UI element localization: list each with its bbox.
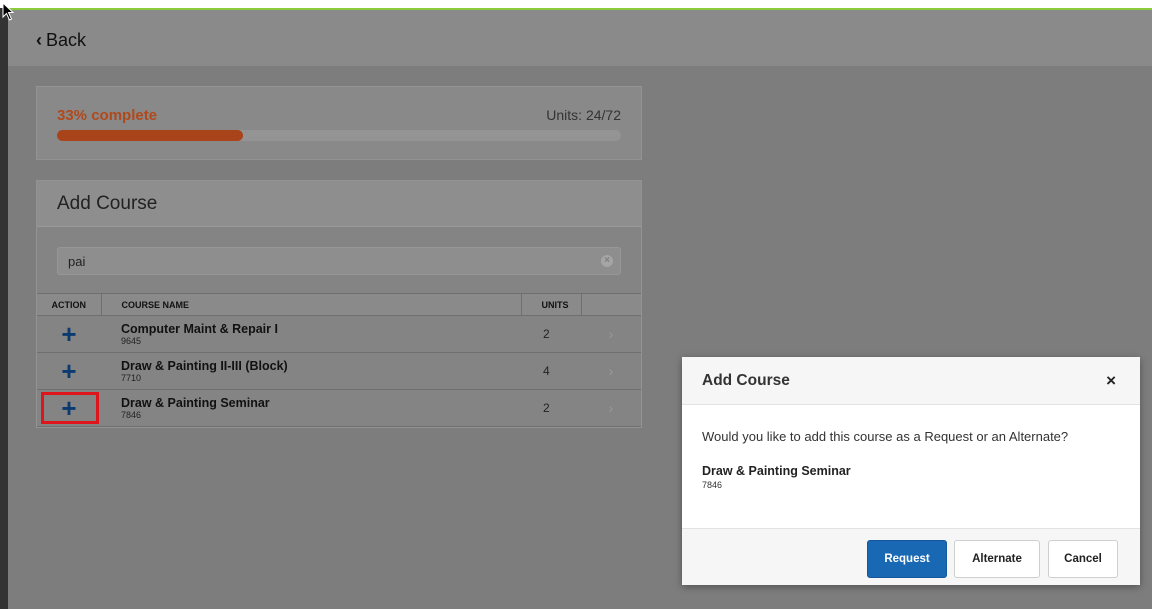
chevron-left-icon: ‹ bbox=[36, 30, 42, 50]
close-icon[interactable]: × bbox=[1106, 371, 1116, 391]
course-name: Computer Maint & Repair I bbox=[121, 322, 278, 336]
clear-search-icon[interactable]: × bbox=[601, 255, 613, 267]
back-label: Back bbox=[46, 30, 87, 50]
cancel-button[interactable]: Cancel bbox=[1048, 540, 1118, 578]
dialog-footer: Request Alternate Cancel bbox=[682, 528, 1140, 585]
table-row[interactable]: + Draw & Painting II-III (Block) 7710 4 … bbox=[37, 352, 641, 390]
course-number: 7846 bbox=[121, 410, 142, 420]
course-number: 9645 bbox=[121, 336, 142, 346]
course-units: 2 bbox=[521, 389, 581, 427]
alternate-button[interactable]: Alternate bbox=[954, 540, 1040, 578]
add-course-panel: Add Course × ACTION COURSE NAME UNITS + … bbox=[36, 180, 642, 428]
column-header-details bbox=[581, 293, 641, 316]
course-name: Draw & Painting Seminar bbox=[121, 396, 270, 410]
course-name-cell: Draw & Painting II-III (Block) 7710 bbox=[101, 352, 521, 390]
window-top-border bbox=[0, 0, 1152, 10]
action-cell: + bbox=[37, 352, 101, 390]
dialog-header: Add Course × bbox=[682, 357, 1140, 405]
chevron-right-icon[interactable]: › bbox=[581, 352, 641, 390]
action-cell: + bbox=[37, 315, 101, 353]
course-units: 4 bbox=[521, 352, 581, 390]
progress-card: 33% complete Units: 24/72 bbox=[36, 86, 642, 160]
course-name-cell: Computer Maint & Repair I 9645 bbox=[101, 315, 521, 353]
action-cell: + bbox=[37, 389, 101, 427]
chevron-right-icon[interactable]: › bbox=[581, 315, 641, 353]
units-label: Units: 24/72 bbox=[546, 107, 621, 123]
dialog-course-name: Draw & Painting Seminar bbox=[702, 464, 851, 478]
back-button[interactable]: ‹ Back bbox=[36, 30, 86, 51]
search-field: × bbox=[57, 247, 621, 275]
progress-percent-label: 33% complete bbox=[57, 107, 158, 124]
course-search-input[interactable] bbox=[58, 248, 588, 274]
progress-bar-fill bbox=[57, 130, 244, 141]
dialog-course-number: 7846 bbox=[702, 480, 723, 490]
request-button[interactable]: Request bbox=[867, 540, 947, 578]
dialog-question: Would you like to add this course as a R… bbox=[702, 429, 1069, 444]
window-left-border bbox=[0, 8, 8, 609]
table-row[interactable]: + Draw & Painting Seminar 7846 2 › bbox=[37, 389, 641, 427]
course-name-cell: Draw & Painting Seminar 7846 bbox=[101, 389, 521, 427]
dialog-title: Add Course bbox=[702, 372, 790, 389]
table-row[interactable]: + Computer Maint & Repair I 9645 2 › bbox=[37, 315, 641, 353]
course-results-table: ACTION COURSE NAME UNITS + Computer Main… bbox=[37, 293, 641, 427]
red-highlight-box bbox=[41, 392, 99, 424]
course-number: 7710 bbox=[121, 373, 142, 383]
chevron-right-icon[interactable]: › bbox=[581, 389, 641, 427]
add-course-dialog: Add Course × Would you like to add this … bbox=[682, 357, 1140, 585]
column-header-course-name: COURSE NAME bbox=[101, 293, 522, 316]
column-header-action: ACTION bbox=[37, 293, 102, 316]
top-header: ‹ Back bbox=[8, 10, 1152, 66]
course-units: 2 bbox=[521, 315, 581, 353]
progress-bar bbox=[57, 130, 621, 141]
mouse-cursor-icon bbox=[2, 2, 15, 21]
panel-title-bar: Add Course bbox=[37, 181, 641, 227]
panel-title: Add Course bbox=[57, 193, 158, 214]
course-name: Draw & Painting II-III (Block) bbox=[121, 359, 288, 373]
column-header-units: UNITS bbox=[521, 293, 582, 316]
add-course-plus-icon[interactable]: + bbox=[61, 319, 76, 349]
add-course-plus-icon[interactable]: + bbox=[61, 356, 76, 386]
